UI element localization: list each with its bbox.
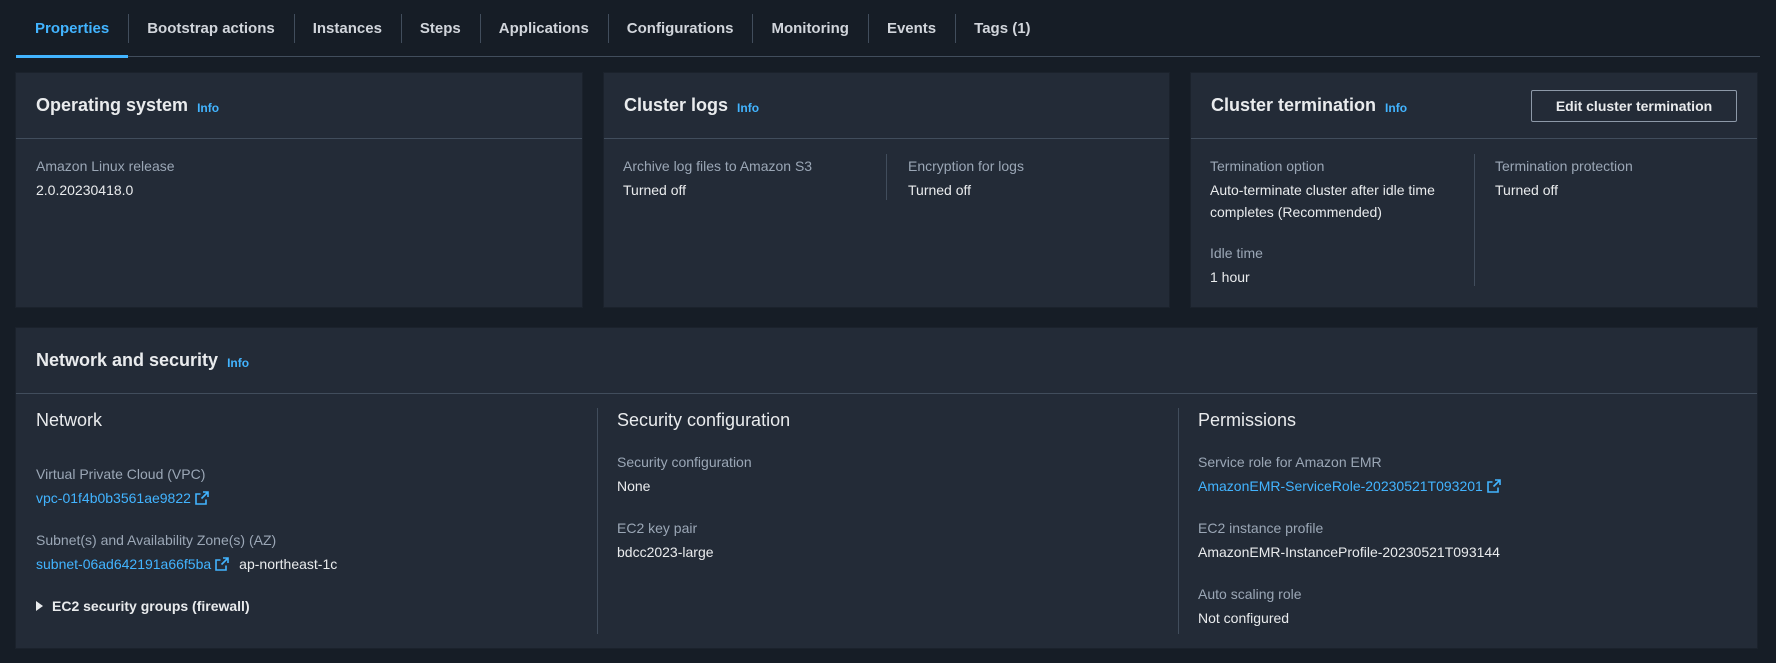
key-pair-value: bdcc2023-large xyxy=(617,544,714,560)
column-divider xyxy=(597,408,598,634)
column-divider xyxy=(1474,154,1475,286)
idle-time-label: Idle time xyxy=(1210,245,1263,261)
subnet-label: Subnet(s) and Availability Zone(s) (AZ) xyxy=(36,532,277,548)
network-security-panel: Network and security Info Network Virtua… xyxy=(15,327,1758,649)
instance-profile-label: EC2 instance profile xyxy=(1198,520,1324,536)
availability-zone: ap-northeast-1c xyxy=(239,556,338,572)
encryption-value: Turned off xyxy=(908,182,972,198)
tab-properties[interactable]: Properties xyxy=(16,0,129,58)
security-configuration-heading: Security configuration xyxy=(617,410,791,430)
termination-protection-value: Turned off xyxy=(1495,182,1559,198)
vpc-link[interactable]: vpc-01f4b0b3561ae9822 xyxy=(36,490,191,506)
network-heading: Network xyxy=(36,410,103,430)
termination-protection-label: Termination protection xyxy=(1495,158,1633,174)
archive-label: Archive log files to Amazon S3 xyxy=(623,158,813,174)
panel-header: Operating system Info xyxy=(16,73,582,139)
tab-tags[interactable]: Tags (1) xyxy=(955,0,1049,57)
security-groups-label: EC2 security groups (firewall) xyxy=(52,598,250,614)
tab-events[interactable]: Events xyxy=(867,0,955,57)
tab-bootstrap-actions[interactable]: Bootstrap actions xyxy=(128,0,294,57)
auto-scaling-role-value: Not configured xyxy=(1198,610,1290,626)
archive-value: Turned off xyxy=(623,182,687,198)
subnet-value: subnet-06ad642191a66f5ba ap-northeast-1c xyxy=(36,553,337,575)
termination-option-value-line1: Auto-terminate cluster after idle time xyxy=(1210,182,1435,198)
tab-bar: Properties Bootstrap actions Instances S… xyxy=(16,0,1760,58)
panel-title: Cluster termination xyxy=(1211,95,1377,115)
panel-header: Network and security Info xyxy=(16,328,1757,394)
security-configuration-value: None xyxy=(617,478,651,494)
operating-system-panel: Operating system Info Amazon Linux relea… xyxy=(15,72,583,308)
panel-title: Network and security xyxy=(36,350,219,370)
external-link-icon[interactable] xyxy=(1487,479,1501,493)
termination-option-label: Termination option xyxy=(1210,158,1325,174)
service-role-link[interactable]: AmazonEMR-ServiceRole-20230521T093201 xyxy=(1198,478,1483,494)
column-divider xyxy=(886,154,887,200)
tab-instances[interactable]: Instances xyxy=(293,0,401,57)
panel-header: Cluster termination Info Edit cluster te… xyxy=(1191,73,1757,139)
termination-option-value-line2: completes (Recommended) xyxy=(1210,204,1382,220)
external-link-icon[interactable] xyxy=(195,491,209,505)
vpc-label: Virtual Private Cloud (VPC) xyxy=(36,466,206,482)
column-divider xyxy=(1178,408,1179,634)
instance-profile-value: AmazonEMR-InstanceProfile-20230521T09314… xyxy=(1198,544,1500,560)
caret-right-icon xyxy=(36,601,43,611)
key-pair-label: EC2 key pair xyxy=(617,520,698,536)
tab-monitoring[interactable]: Monitoring xyxy=(752,0,867,57)
panel-title: Cluster logs xyxy=(624,95,729,115)
info-link[interactable]: Info xyxy=(227,356,249,370)
auto-scaling-role-label: Auto scaling role xyxy=(1198,586,1302,602)
external-link-icon[interactable] xyxy=(215,557,229,571)
tab-applications[interactable]: Applications xyxy=(479,0,608,57)
release-label: Amazon Linux release xyxy=(36,158,175,174)
subnet-link[interactable]: subnet-06ad642191a66f5ba xyxy=(36,556,211,572)
cluster-termination-panel: Cluster termination Info Edit cluster te… xyxy=(1190,72,1758,308)
security-configuration-label: Security configuration xyxy=(617,454,752,470)
info-link[interactable]: Info xyxy=(737,101,759,115)
tab-configurations[interactable]: Configurations xyxy=(607,0,753,57)
info-link[interactable]: Info xyxy=(197,101,219,115)
permissions-heading: Permissions xyxy=(1198,410,1297,430)
cluster-logs-panel: Cluster logs Info Archive log files to A… xyxy=(603,72,1170,308)
edit-cluster-termination-button[interactable]: Edit cluster termination xyxy=(1531,90,1737,122)
tab-steps[interactable]: Steps xyxy=(400,0,480,57)
panel-title: Operating system xyxy=(36,95,189,115)
release-value: 2.0.20230418.0 xyxy=(36,182,134,198)
security-groups-expander[interactable]: EC2 security groups (firewall) xyxy=(36,598,250,614)
service-role-value: AmazonEMR-ServiceRole-20230521T093201 xyxy=(1198,475,1501,497)
service-role-label: Service role for Amazon EMR xyxy=(1198,454,1382,470)
idle-time-value: 1 hour xyxy=(1210,269,1250,285)
encryption-label: Encryption for logs xyxy=(908,158,1024,174)
info-link[interactable]: Info xyxy=(1385,101,1407,115)
vpc-value: vpc-01f4b0b3561ae9822 xyxy=(36,487,209,509)
panel-header: Cluster logs Info xyxy=(604,73,1169,139)
